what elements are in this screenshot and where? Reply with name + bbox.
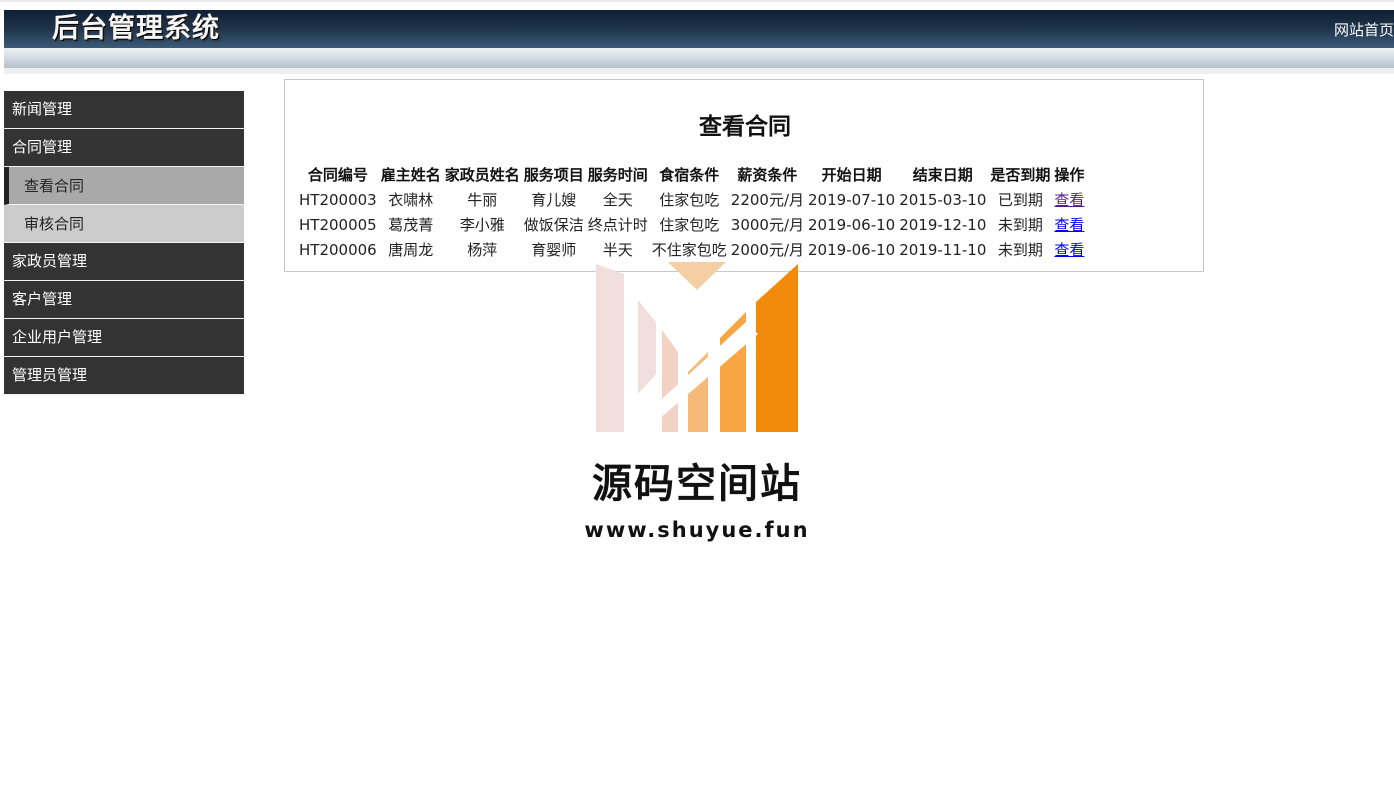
column-header: 薪资条件: [737, 166, 798, 184]
table-cell: HT200003: [299, 191, 377, 209]
contract-panel: 查看合同 合同编号 雇主姓名 家政员姓名 服务项目 服务时间 食宿条件 薪资条件…: [284, 79, 1204, 272]
sidebar-subitem-review-contracts[interactable]: 审核合同: [4, 205, 244, 243]
column-header: 雇主姓名: [380, 166, 441, 184]
table-cell: 住家包吃: [659, 191, 720, 209]
column-header: 结束日期: [912, 166, 973, 184]
table-cell: 唐周龙: [388, 241, 434, 259]
table-row: HT200005 葛茂菁 李小雅 做饭保洁 终点计时 住家包吃 3000元/月 …: [297, 213, 1086, 238]
top-border: [0, 0, 1394, 2]
table-cell: 2015-03-10: [899, 191, 987, 209]
table-row: HT200006 唐周龙 杨萍 育婴师 半天 不住家包吃 2000元/月 201…: [297, 238, 1086, 263]
table-cell: 葛茂菁: [388, 216, 434, 234]
view-contract-link[interactable]: 查看: [1054, 241, 1084, 259]
sidebar-subitem-view-contracts[interactable]: 查看合同: [4, 167, 244, 205]
watermark-url: www.shuyue.fun: [584, 518, 810, 542]
table-cell: HT200005: [299, 216, 377, 234]
table-cell: 半天: [602, 241, 633, 259]
table-cell: 2000元/月: [730, 241, 805, 259]
sidebar-item-enterprise-users[interactable]: 企业用户管理: [4, 319, 244, 357]
table-cell: 查看: [1052, 238, 1086, 263]
table-cell: 2019-11-10: [899, 241, 987, 259]
table-cell: 2200元/月: [730, 191, 805, 209]
sidebar-item-contracts[interactable]: 合同管理: [4, 129, 244, 167]
table-cell: 杨萍: [467, 241, 498, 259]
sidebar-item-admins[interactable]: 管理员管理: [4, 357, 244, 395]
table-cell: 2019-12-10: [899, 216, 987, 234]
column-header: 家政员姓名: [444, 166, 520, 184]
table-cell: 李小雅: [459, 216, 505, 234]
table-cell: 未到期: [997, 216, 1043, 234]
table-cell: 育婴师: [531, 241, 577, 259]
table-cell: 未到期: [997, 241, 1043, 259]
table-cell: 2019-06-10: [808, 216, 896, 234]
table-cell: 终点计时: [587, 216, 648, 234]
column-header: 开始日期: [821, 166, 882, 184]
header-sub-bar: [4, 48, 1394, 68]
column-header: 服务时间: [587, 166, 648, 184]
column-header: 合同编号: [307, 166, 368, 184]
table-row: HT200003 衣啸林 牛丽 育儿嫂 全天 住家包吃 2200元/月 2019…: [297, 188, 1086, 213]
watermark: 源码空间站 www.shuyue.fun: [560, 262, 840, 552]
table-cell: 育儿嫂: [531, 191, 577, 209]
table-cell: 已到期: [997, 191, 1043, 209]
table-cell: 牛丽: [467, 191, 498, 209]
site-home-link[interactable]: 网站首页: [1334, 20, 1394, 40]
column-header: 服务项目: [523, 166, 584, 184]
table-cell: 查看: [1052, 188, 1086, 213]
table-cell: 3000元/月: [730, 216, 805, 234]
table-cell: 查看: [1052, 213, 1086, 238]
column-header: 食宿条件: [659, 166, 720, 184]
sidebar-item-housekeepers[interactable]: 家政员管理: [4, 243, 244, 281]
table-cell: 2019-07-10: [808, 191, 896, 209]
view-contract-link[interactable]: 查看: [1054, 191, 1084, 209]
sidebar-item-customers[interactable]: 客户管理: [4, 281, 244, 319]
table-cell: 不住家包吃: [651, 241, 727, 259]
app-title: 后台管理系统: [52, 13, 220, 44]
watermark-name: 源码空间站: [592, 461, 802, 507]
contracts-table: 合同编号 雇主姓名 家政员姓名 服务项目 服务时间 食宿条件 薪资条件 开始日期…: [297, 163, 1086, 263]
watermark-logo-icon: [596, 262, 798, 432]
header-sub-bar-shadow: [4, 68, 1394, 74]
table-cell: 2019-06-10: [808, 241, 896, 259]
sidebar: 新闻管理 合同管理 查看合同 审核合同 家政员管理 客户管理 企业用户管理 管理…: [4, 91, 244, 395]
view-contract-link[interactable]: 查看: [1054, 216, 1084, 234]
table-cell: 做饭保洁: [523, 216, 584, 234]
table-cell: 住家包吃: [659, 216, 720, 234]
page-title: 查看合同: [699, 114, 791, 140]
column-header: 是否到期: [990, 166, 1051, 184]
table-cell: 衣啸林: [388, 191, 434, 209]
app-header: 后台管理系统 网站首页: [4, 10, 1394, 48]
column-header: 操作: [1054, 166, 1085, 184]
table-header-row: 合同编号 雇主姓名 家政员姓名 服务项目 服务时间 食宿条件 薪资条件 开始日期…: [297, 163, 1086, 188]
table-cell: 全天: [602, 191, 633, 209]
sidebar-item-news[interactable]: 新闻管理: [4, 91, 244, 129]
table-cell: HT200006: [299, 241, 377, 259]
